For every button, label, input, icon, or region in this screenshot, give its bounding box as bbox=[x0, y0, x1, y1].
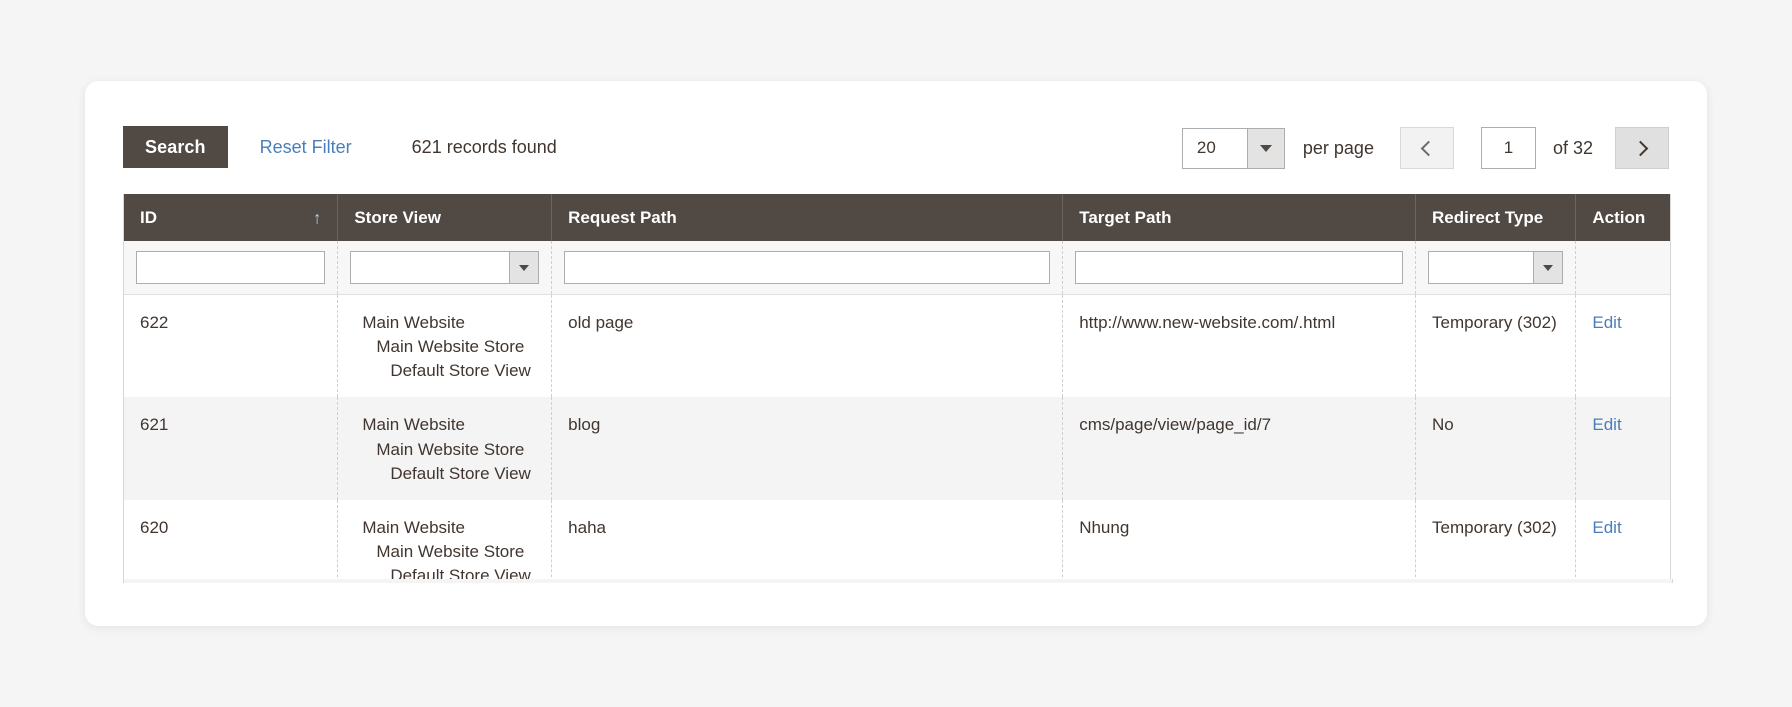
chevron-left-icon bbox=[1421, 140, 1437, 156]
store-view-website: Main Website bbox=[362, 313, 466, 332]
filter-select-redirect-type-value bbox=[1429, 252, 1533, 283]
store-view-tree: Main Website Main Website Store Default … bbox=[354, 413, 535, 485]
store-view-view: Default Store View bbox=[390, 463, 531, 483]
next-page-button[interactable] bbox=[1615, 127, 1669, 169]
filter-cell-id bbox=[124, 241, 339, 295]
column-label-store-view: Store View bbox=[354, 207, 441, 227]
filter-cell-request-path bbox=[551, 241, 1064, 295]
reset-filter-link[interactable]: Reset Filter bbox=[260, 137, 352, 158]
filter-row bbox=[124, 241, 1670, 295]
store-view-view: Default Store View bbox=[390, 361, 531, 381]
cell-target-path: Nhung bbox=[1062, 499, 1417, 582]
url-rewrites-table: ID ↑ Store View Request Path Target Path bbox=[124, 194, 1670, 582]
column-header-redirect-type[interactable]: Redirect Type bbox=[1415, 194, 1577, 241]
filter-cell-redirect-type bbox=[1415, 241, 1577, 295]
cell-target-path: http://www.new-website.com/.html bbox=[1062, 294, 1417, 398]
edit-link[interactable]: Edit bbox=[1592, 313, 1621, 332]
chevron-down-icon bbox=[1533, 252, 1563, 283]
records-found-label: 621 records found bbox=[411, 136, 557, 157]
header-row: ID ↑ Store View Request Path Target Path bbox=[124, 194, 1670, 241]
column-header-action: Action bbox=[1575, 194, 1670, 241]
search-button[interactable]: Search bbox=[123, 126, 228, 168]
cell-redirect-type: No bbox=[1415, 397, 1577, 500]
column-label-id: ID bbox=[140, 207, 157, 227]
filter-cell-store-view bbox=[337, 241, 553, 295]
cell-action: Edit bbox=[1575, 294, 1670, 398]
grid-clipped-row-edge bbox=[123, 579, 1673, 583]
column-label-target-path: Target Path bbox=[1079, 207, 1172, 227]
toolbar-left-group: Search Reset Filter 621 records found bbox=[123, 126, 557, 168]
pagination-controls: 20 per page of 32 bbox=[1181, 126, 1669, 170]
cell-request-path: blog bbox=[551, 397, 1064, 500]
filter-cell-action bbox=[1575, 241, 1670, 295]
sort-ascending-icon: ↑ bbox=[312, 208, 322, 227]
filter-input-id[interactable] bbox=[136, 251, 326, 284]
column-header-store-view[interactable]: Store View bbox=[337, 194, 553, 241]
filter-input-target-path[interactable] bbox=[1075, 251, 1404, 284]
cell-redirect-type: Temporary (302) bbox=[1415, 499, 1577, 582]
store-view-website: Main Website bbox=[362, 517, 466, 537]
per-page-value: 20 bbox=[1196, 138, 1216, 157]
per-page-select[interactable]: 20 bbox=[1181, 127, 1285, 169]
previous-page-button[interactable] bbox=[1399, 127, 1454, 169]
filter-row-body bbox=[124, 241, 1670, 295]
column-label-request-path: Request Path bbox=[568, 207, 677, 227]
cell-store-view: Main Website Main Website Store Default … bbox=[337, 294, 553, 398]
table-row[interactable]: 621 Main Website Main Website Store Defa… bbox=[124, 397, 1670, 500]
store-view-tree: Main Website Main Website Store Default … bbox=[354, 516, 535, 582]
column-label-action: Action bbox=[1592, 207, 1646, 227]
filter-select-store-view[interactable] bbox=[350, 251, 540, 284]
store-view-store: Main Website Store bbox=[376, 337, 525, 357]
cell-request-path: haha bbox=[551, 499, 1064, 582]
chevron-down-icon bbox=[509, 252, 539, 283]
table-row[interactable]: 620 Main Website Main Website Store Defa… bbox=[124, 499, 1670, 582]
grid-toolbar: Search Reset Filter 621 records found 20… bbox=[123, 126, 1669, 170]
grid-table-container: ID ↑ Store View Request Path Target Path bbox=[123, 194, 1671, 582]
cell-store-view: Main Website Main Website Store Default … bbox=[337, 397, 553, 500]
per-page-label: per page bbox=[1302, 137, 1374, 158]
chevron-right-icon bbox=[1632, 140, 1648, 156]
page-background: Search Reset Filter 621 records found 20… bbox=[0, 0, 1792, 707]
cell-id: 622 bbox=[124, 294, 339, 398]
cell-store-view: Main Website Main Website Store Default … bbox=[337, 499, 553, 582]
cell-redirect-type: Temporary (302) bbox=[1415, 294, 1577, 398]
column-header-target-path[interactable]: Target Path bbox=[1062, 194, 1417, 241]
cell-id: 620 bbox=[124, 499, 339, 582]
store-view-tree: Main Website Main Website Store Default … bbox=[354, 311, 535, 383]
table-header: ID ↑ Store View Request Path Target Path bbox=[124, 194, 1670, 241]
store-view-store: Main Website Store bbox=[376, 439, 525, 459]
filter-select-store-view-value bbox=[351, 252, 509, 283]
table-row[interactable]: 622 Main Website Main Website Store Defa… bbox=[124, 294, 1670, 398]
cell-request-path: old page bbox=[551, 294, 1064, 398]
cell-id: 621 bbox=[124, 397, 339, 500]
column-header-id[interactable]: ID ↑ bbox=[124, 194, 339, 241]
cell-target-path: cms/page/view/page_id/7 bbox=[1062, 397, 1417, 500]
store-view-store: Main Website Store bbox=[376, 541, 525, 561]
page-number-input[interactable] bbox=[1480, 127, 1536, 169]
chevron-down-icon bbox=[1246, 128, 1284, 168]
column-label-redirect-type: Redirect Type bbox=[1432, 207, 1544, 227]
edit-link[interactable]: Edit bbox=[1592, 518, 1621, 537]
grid-card: Search Reset Filter 621 records found 20… bbox=[85, 81, 1707, 626]
edit-link[interactable]: Edit bbox=[1592, 415, 1621, 434]
filter-select-redirect-type[interactable] bbox=[1428, 251, 1564, 284]
filter-input-request-path[interactable] bbox=[564, 251, 1051, 284]
filter-cell-target-path bbox=[1062, 241, 1417, 295]
table-body: 622 Main Website Main Website Store Defa… bbox=[124, 294, 1670, 582]
store-view-website: Main Website bbox=[362, 415, 466, 435]
column-header-request-path[interactable]: Request Path bbox=[551, 194, 1064, 241]
cell-action: Edit bbox=[1575, 397, 1670, 500]
cell-action: Edit bbox=[1575, 499, 1670, 582]
total-pages-label: of 32 bbox=[1552, 137, 1593, 158]
